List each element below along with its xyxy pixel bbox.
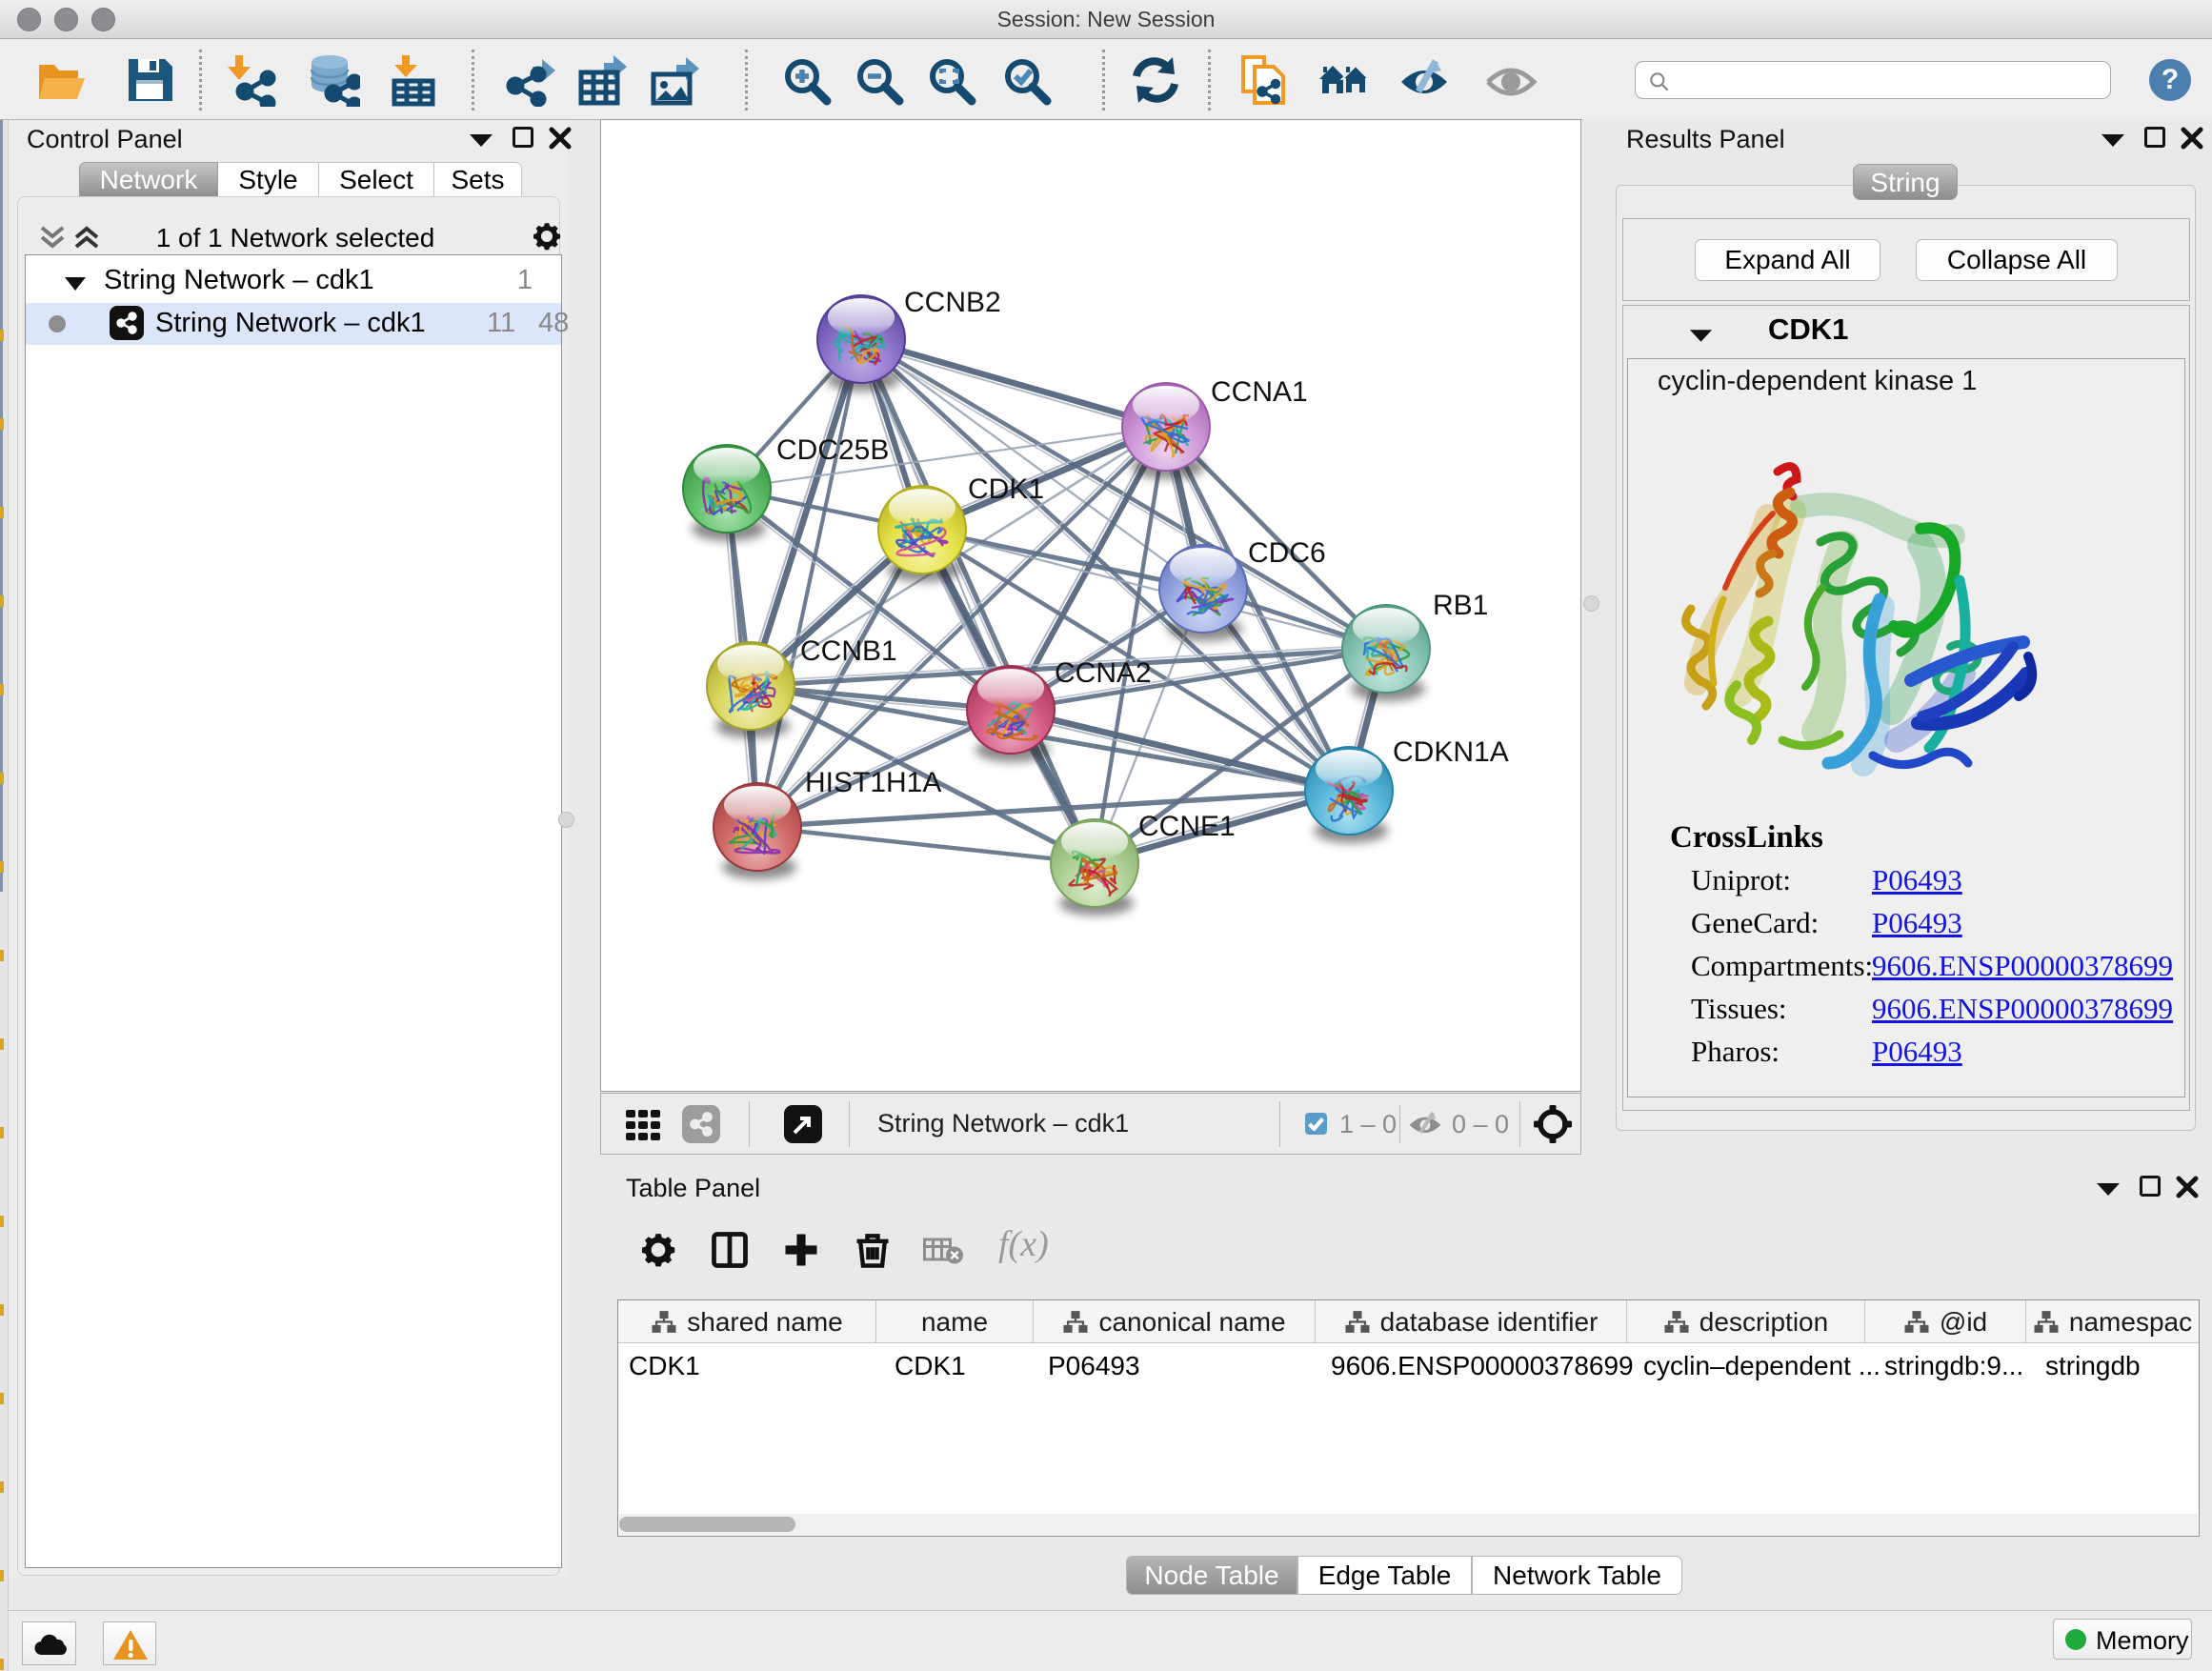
svg-text:CCNB1: CCNB1: [800, 635, 897, 667]
svg-text:CDKN1A: CDKN1A: [1393, 736, 1509, 768]
svg-text:HIST1H1A: HIST1H1A: [805, 767, 941, 798]
svg-text:RB1: RB1: [1433, 590, 1488, 621]
svg-text:CCNB2: CCNB2: [904, 287, 1001, 318]
svg-text:CCNA1: CCNA1: [1211, 376, 1308, 408]
svg-text:CDC25B: CDC25B: [776, 434, 889, 466]
svg-text:CDC6: CDC6: [1248, 537, 1326, 569]
svg-text:CDK1: CDK1: [968, 473, 1044, 505]
svg-text:CCNA2: CCNA2: [1055, 657, 1152, 689]
svg-text:CCNE1: CCNE1: [1138, 811, 1236, 842]
